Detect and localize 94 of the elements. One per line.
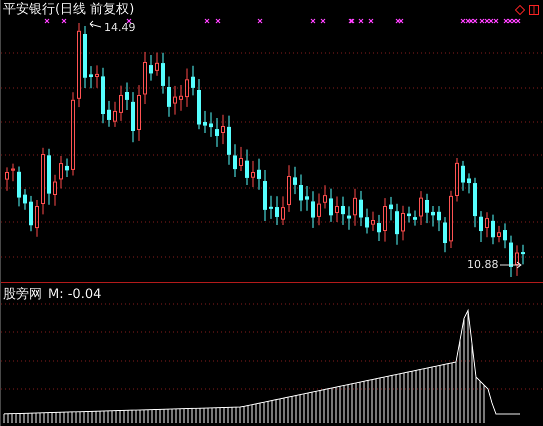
candle bbox=[29, 195, 33, 232]
indicator-reading: M: -0.04 bbox=[48, 287, 102, 302]
candle bbox=[53, 174, 57, 206]
candle bbox=[299, 174, 303, 212]
candle bbox=[59, 156, 63, 189]
candle bbox=[41, 147, 45, 215]
candle bbox=[455, 157, 459, 202]
candle bbox=[467, 172, 471, 194]
candle bbox=[107, 100, 111, 128]
candle bbox=[485, 212, 489, 238]
candle bbox=[155, 52, 159, 76]
candle bbox=[365, 208, 369, 234]
candle bbox=[113, 101, 117, 128]
candle bbox=[515, 244, 519, 276]
candle bbox=[185, 68, 189, 108]
low-pointer-arrow-icon bbox=[500, 262, 522, 268]
candle bbox=[317, 193, 321, 226]
candle bbox=[95, 64, 99, 88]
candle bbox=[233, 144, 237, 178]
candle bbox=[389, 196, 393, 221]
diamond-icon[interactable] bbox=[515, 4, 525, 14]
chart-title: 平安银行(日线 前复权) bbox=[3, 2, 134, 17]
candle bbox=[35, 199, 39, 238]
candle bbox=[179, 84, 183, 112]
candle bbox=[281, 196, 285, 226]
panel-toggle-icon[interactable] bbox=[529, 4, 539, 14]
candle bbox=[377, 214, 381, 242]
candle bbox=[503, 222, 507, 249]
candle bbox=[203, 110, 207, 134]
candle bbox=[239, 146, 243, 172]
candle bbox=[191, 65, 195, 96]
candle bbox=[425, 193, 429, 224]
candle bbox=[125, 82, 129, 110]
candle bbox=[23, 188, 27, 210]
candle bbox=[419, 190, 423, 226]
candle bbox=[161, 52, 165, 94]
candle bbox=[227, 115, 231, 166]
candle bbox=[335, 196, 339, 222]
low-price-label: 10.88 bbox=[467, 259, 498, 271]
candle bbox=[437, 206, 441, 232]
candle bbox=[341, 196, 345, 226]
candle bbox=[5, 166, 9, 192]
candle bbox=[497, 225, 501, 243]
candle bbox=[443, 216, 447, 253]
candle bbox=[323, 184, 327, 209]
candle bbox=[431, 205, 435, 228]
candle bbox=[395, 203, 399, 246]
candle bbox=[401, 205, 405, 241]
candle bbox=[137, 84, 141, 142]
candle bbox=[479, 210, 483, 242]
candle bbox=[305, 185, 309, 212]
candle bbox=[11, 163, 15, 182]
candle bbox=[473, 177, 477, 228]
candle bbox=[101, 67, 105, 124]
candle bbox=[83, 25, 87, 88]
candle bbox=[311, 190, 315, 228]
candle bbox=[251, 160, 255, 188]
candle bbox=[257, 158, 261, 190]
candle bbox=[449, 190, 453, 249]
candle bbox=[119, 85, 123, 122]
candle bbox=[131, 92, 135, 143]
candle bbox=[89, 66, 93, 89]
candle bbox=[167, 76, 171, 118]
candle bbox=[209, 112, 213, 138]
candle bbox=[347, 206, 351, 230]
candle bbox=[287, 164, 291, 212]
candle bbox=[461, 160, 465, 192]
candle bbox=[149, 54, 153, 82]
candle bbox=[197, 78, 201, 130]
candle bbox=[359, 190, 363, 227]
candle bbox=[215, 117, 219, 148]
candle bbox=[413, 210, 417, 226]
candle bbox=[329, 188, 333, 222]
candle bbox=[371, 211, 375, 232]
candle bbox=[17, 166, 21, 207]
candle bbox=[491, 214, 495, 245]
candle bbox=[245, 148, 249, 186]
indicator-name: 股旁网 bbox=[3, 287, 42, 302]
candle bbox=[275, 196, 279, 226]
candle bbox=[65, 158, 69, 178]
candle bbox=[173, 85, 177, 116]
candle bbox=[143, 51, 147, 104]
candle bbox=[353, 188, 357, 226]
high-pointer-arrow-icon bbox=[90, 20, 102, 28]
candle bbox=[521, 244, 525, 265]
candle bbox=[407, 206, 411, 223]
candle bbox=[509, 235, 513, 278]
candle bbox=[269, 195, 273, 220]
candle bbox=[47, 148, 51, 206]
candle bbox=[263, 170, 267, 222]
candle bbox=[293, 166, 297, 195]
high-price-label: 14.49 bbox=[104, 22, 136, 34]
candle bbox=[383, 198, 387, 242]
candle bbox=[221, 114, 225, 145]
